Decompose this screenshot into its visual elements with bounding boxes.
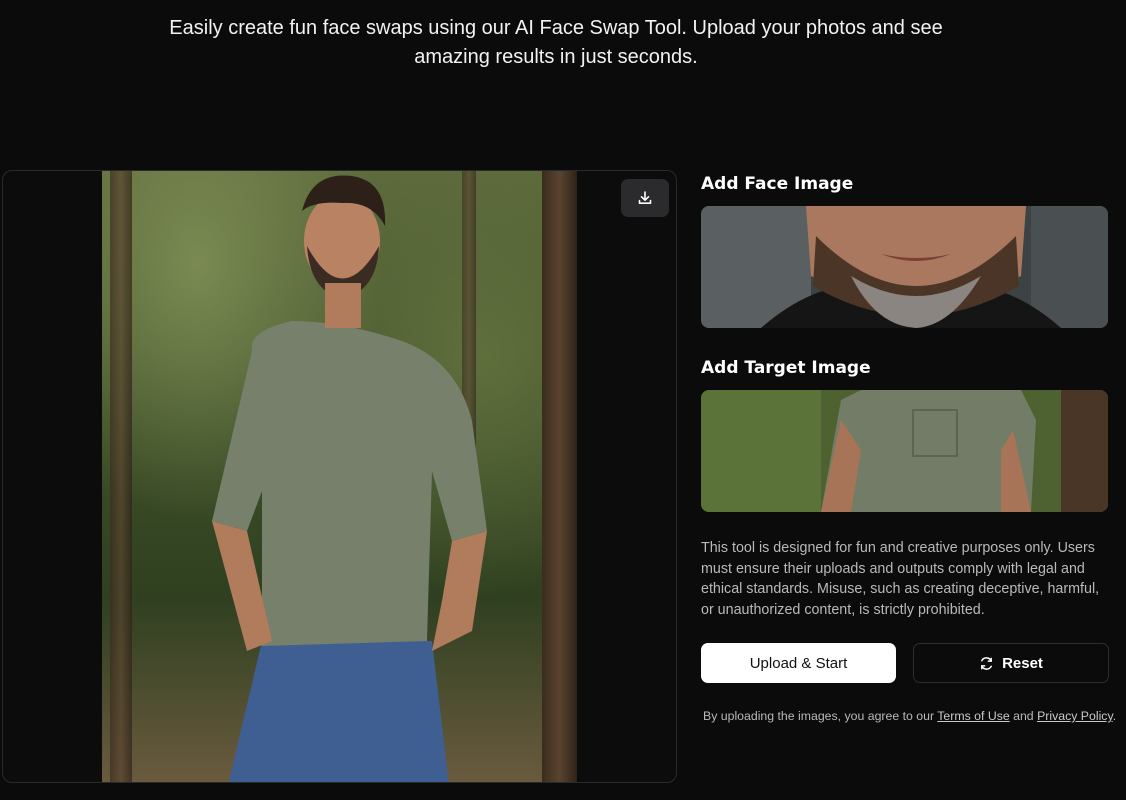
result-preview-panel bbox=[2, 170, 677, 783]
result-image bbox=[102, 171, 577, 782]
face-image-title: Add Face Image bbox=[701, 174, 854, 194]
agreement-suffix: . bbox=[1112, 709, 1117, 723]
privacy-policy-link[interactable]: Privacy Policy bbox=[1037, 709, 1113, 723]
target-image-thumbnail bbox=[701, 390, 1108, 512]
intro-line-1: Easily create fun face swaps using our A… bbox=[169, 17, 943, 39]
download-icon bbox=[638, 191, 652, 204]
terms-of-use-link[interactable]: Terms of Use bbox=[937, 709, 1009, 723]
download-button[interactable] bbox=[621, 179, 669, 217]
target-image-upload[interactable] bbox=[701, 390, 1108, 512]
refresh-icon bbox=[981, 656, 992, 670]
agreement-text: By uploading the images, you agree to ou… bbox=[703, 709, 1116, 723]
agreement-and: and bbox=[1009, 709, 1038, 723]
face-image-thumbnail bbox=[701, 206, 1108, 328]
upload-start-button[interactable]: Upload & Start bbox=[701, 643, 896, 683]
target-image-title: Add Target Image bbox=[701, 358, 871, 378]
intro-text: Easily create fun face swaps using our A… bbox=[0, 14, 1112, 72]
usage-disclaimer: This tool is designed for fun and creati… bbox=[701, 540, 1100, 618]
reset-button[interactable]: Reset bbox=[913, 643, 1109, 683]
person-figure bbox=[212, 175, 487, 782]
agreement-prefix: By uploading the images, you agree to ou… bbox=[703, 709, 938, 723]
reset-label: Reset bbox=[1002, 654, 1043, 672]
face-image-upload[interactable] bbox=[701, 206, 1108, 328]
intro-line-2: amazing results in just seconds. bbox=[414, 46, 698, 68]
upload-start-label: Upload & Start bbox=[749, 654, 848, 672]
